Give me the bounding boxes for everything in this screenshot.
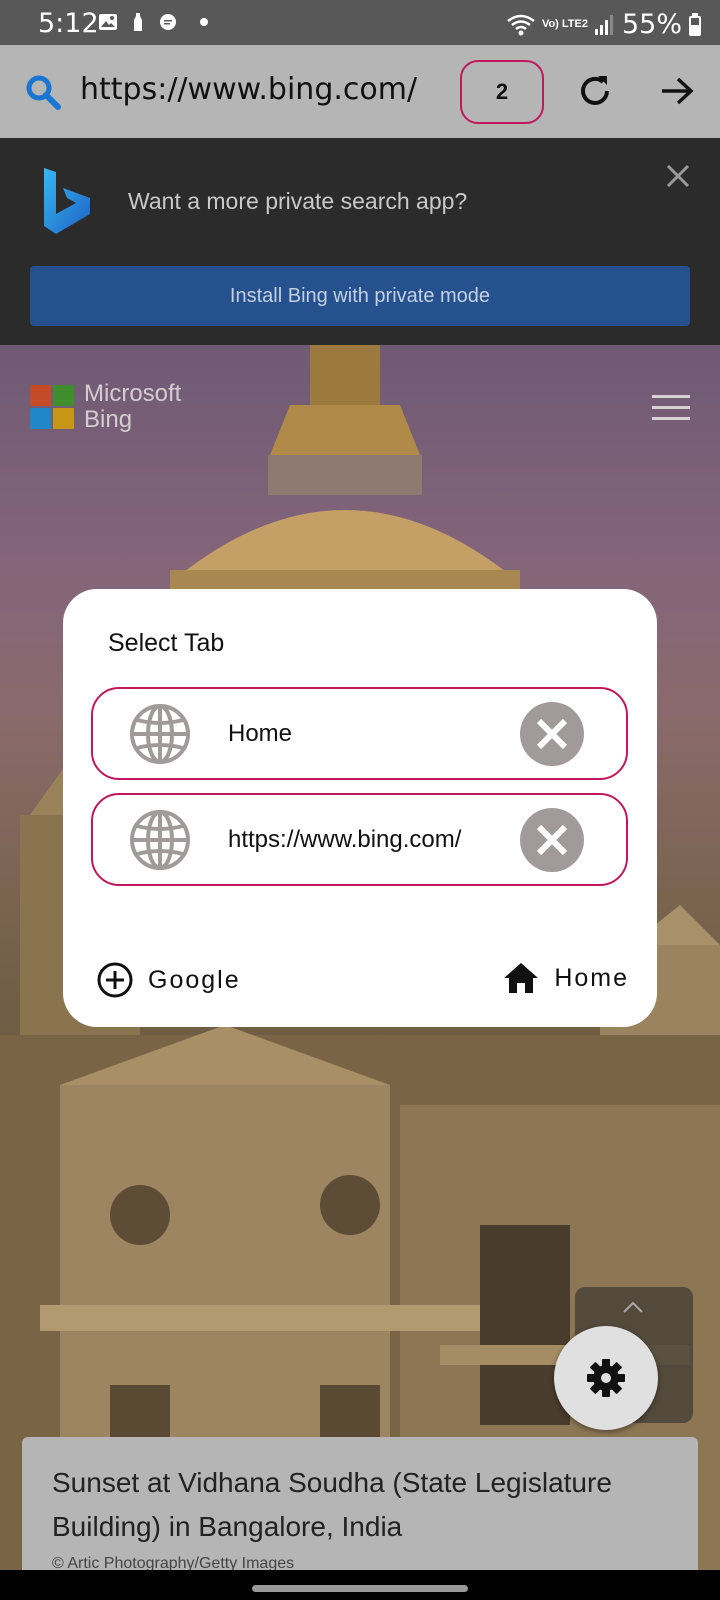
home-label: Home [554, 963, 629, 992]
globe-icon [130, 704, 190, 764]
reload-icon[interactable] [576, 72, 614, 110]
microsoft-bing-logo[interactable]: Microsoft Bing [84, 381, 181, 433]
home-icon [504, 963, 539, 993]
forward-arrow-icon[interactable] [658, 72, 696, 110]
close-tab-icon[interactable] [520, 808, 584, 872]
brand-line-microsoft: Microsoft [84, 380, 182, 407]
chevron-up-icon[interactable] [620, 1297, 646, 1317]
system-icons: Vo) LTE2 55% [506, 9, 702, 40]
url-input[interactable]: https://www.bing.com/ [80, 72, 417, 107]
status-time: 5:12 [38, 8, 99, 39]
select-tab-dialog: Select Tab Home https://www.bing.com/ Go… [63, 589, 657, 1027]
home-button[interactable]: Home [502, 961, 629, 995]
battery-percent: 55% [621, 9, 682, 40]
url-bar: https://www.bing.com/ 2 [0, 45, 720, 138]
settings-button[interactable] [554, 1326, 658, 1430]
hamburger-menu-icon[interactable] [652, 393, 690, 423]
status-bar: 5:12 Vo) LTE2 55% [0, 0, 720, 45]
caption-title: Sunset at Vidhana Soudha (State Legislat… [52, 1467, 612, 1542]
gesture-handle[interactable] [252, 1585, 468, 1592]
wifi-icon [507, 14, 535, 35]
brand-line-bing: Bing [84, 406, 133, 433]
battery-icon [689, 12, 701, 36]
new-tab-label: Google [148, 965, 241, 994]
tab-item-label: Home [228, 720, 293, 747]
gear-icon [587, 1359, 625, 1397]
private-search-promo: Want a more private search app? Install … [0, 138, 720, 345]
bing-logo-icon [44, 168, 90, 234]
globe-icon [130, 810, 190, 870]
install-bing-button[interactable]: Install Bing with private mode [30, 266, 690, 326]
close-icon[interactable] [664, 162, 692, 190]
new-tab-google-button[interactable]: Google [96, 961, 241, 999]
close-tab-icon[interactable] [520, 702, 584, 766]
bottle-icon [134, 13, 142, 31]
tab-item-bing[interactable]: https://www.bing.com/ [91, 793, 628, 886]
signal-icon [594, 14, 613, 35]
microsoft-logo-icon [30, 385, 74, 429]
tab-count-button[interactable]: 2 [460, 60, 544, 124]
search-icon[interactable] [24, 73, 62, 111]
image-caption-card[interactable]: Sunset at Vidhana Soudha (State Legislat… [22, 1437, 698, 1570]
caption-credit: © Artic Photography/Getty Images [52, 1555, 295, 1570]
network-type-label: Vo) LTE2 [541, 18, 588, 30]
add-circle-icon [97, 962, 133, 998]
tab-item-home[interactable]: Home [91, 687, 628, 780]
system-nav-bar [0, 1570, 720, 1600]
tab-item-label: https://www.bing.com/ [228, 826, 462, 853]
promo-text: Want a more private search app? [128, 188, 468, 214]
chat-icon [160, 14, 176, 30]
more-notifications-dot [200, 18, 208, 26]
gallery-icon [99, 14, 117, 30]
notification-icons [98, 12, 208, 32]
dialog-title: Select Tab [108, 629, 225, 657]
